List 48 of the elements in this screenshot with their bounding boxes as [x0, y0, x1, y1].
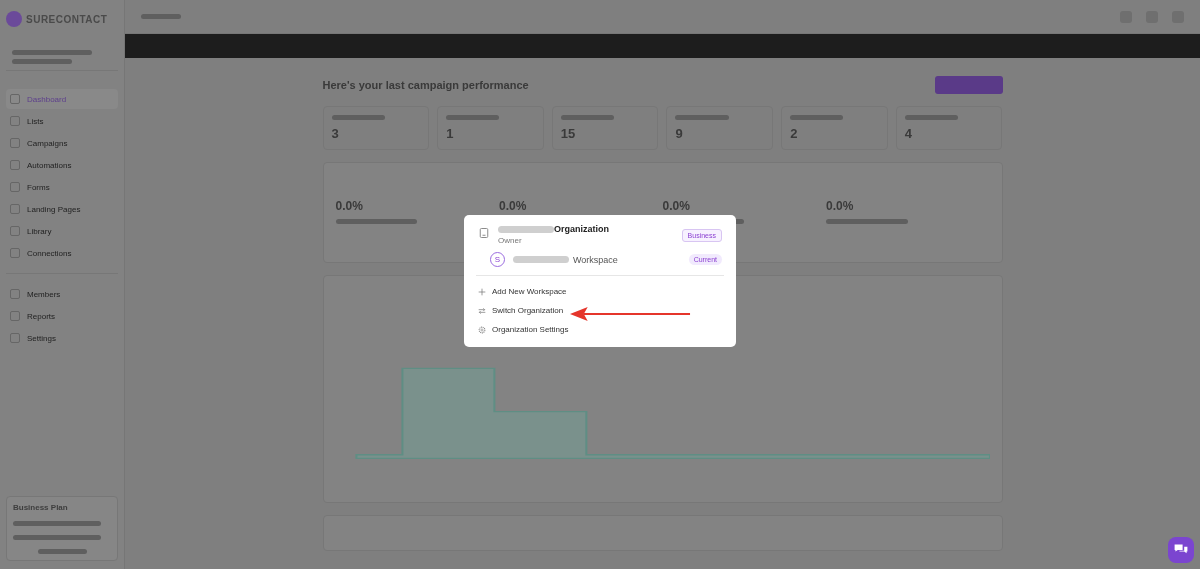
- placeholder-bar: [331, 115, 385, 120]
- rate-value: 0.0%: [335, 199, 364, 213]
- rate-value: 0.0%: [826, 199, 855, 213]
- placeholder-bar: [446, 115, 500, 120]
- sidebar-item[interactable]: Members: [6, 284, 118, 304]
- building-icon: [478, 227, 490, 239]
- settings-icon: [478, 325, 486, 334]
- stat-value: 2: [790, 126, 799, 141]
- placeholder-bar: [12, 59, 72, 64]
- swap-arrows-icon: [478, 306, 486, 315]
- action-button[interactable]: [934, 76, 1003, 94]
- page-heading: Here's your last campaign performance: [322, 79, 529, 91]
- sidebar-item[interactable]: Library: [6, 221, 118, 241]
- placeholder-bar: [790, 115, 844, 120]
- menu-item[interactable]: Switch Organization: [478, 301, 722, 320]
- sidebar-item[interactable]: Settings: [6, 328, 118, 348]
- redacted-text: [513, 256, 569, 263]
- stat-value: 4: [904, 126, 914, 141]
- organization-name: Organization: [554, 224, 609, 234]
- logo-icon: [6, 11, 22, 27]
- stat-value: 15: [560, 126, 577, 141]
- sidebar-item[interactable]: Automations: [6, 155, 118, 175]
- sidebar-item[interactable]: Forms: [6, 177, 118, 197]
- sidebar-item[interactable]: Reports: [6, 306, 118, 326]
- menu-item[interactable]: Add New Workspace: [478, 282, 722, 301]
- rate-value: 0.0%: [499, 199, 528, 213]
- sidebar-item[interactable]: Lists: [6, 111, 118, 131]
- workspace-name: Workspace: [573, 254, 618, 265]
- stat-value: 1: [446, 126, 455, 141]
- sidebar-item[interactable]: Landing Pages: [6, 199, 118, 219]
- brand-name: SURECONTACT: [26, 13, 108, 25]
- stat-value: 3: [331, 126, 340, 141]
- placeholder-bar: [141, 14, 181, 20]
- stat-value: 9: [675, 126, 684, 141]
- menu-item[interactable]: Organization Settings: [478, 320, 722, 339]
- plan-title: Business Plan: [13, 503, 69, 512]
- redacted-text: [498, 225, 554, 233]
- placeholder-bar: [37, 549, 87, 554]
- placeholder-bar: [560, 115, 614, 120]
- rate-value: 0.0%: [662, 199, 691, 213]
- placeholder-bar: [904, 115, 958, 120]
- placeholder-bar: [675, 115, 729, 120]
- sidebar-item[interactable]: Campaigns: [6, 133, 118, 153]
- chat-button[interactable]: [1168, 537, 1194, 563]
- sidebar-item[interactable]: Connections: [6, 243, 118, 263]
- plus-icon: [478, 287, 486, 296]
- organization-role: Owner: [498, 236, 523, 245]
- sidebar-item[interactable]: Dashboard: [6, 89, 118, 109]
